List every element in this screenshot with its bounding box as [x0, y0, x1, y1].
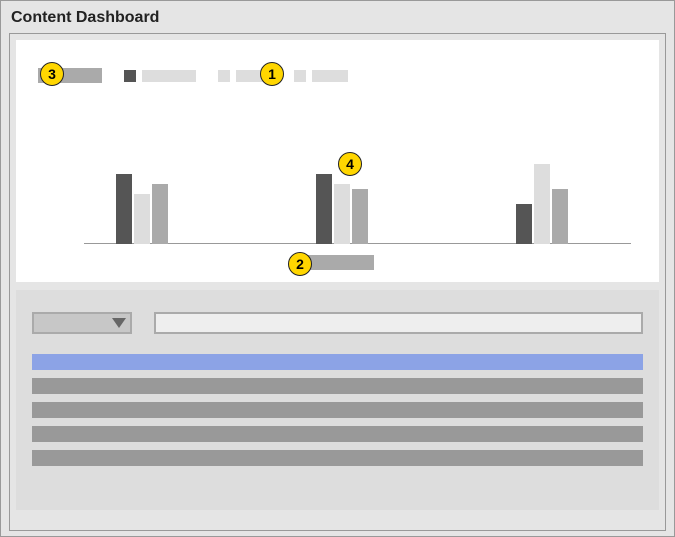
- bar-g2-s2[interactable]: [334, 184, 350, 244]
- bar-g1-s1[interactable]: [116, 174, 132, 244]
- bar-g3-s3[interactable]: [552, 189, 568, 244]
- list-item[interactable]: [32, 378, 643, 394]
- x-axis-label: [302, 255, 374, 270]
- list-item[interactable]: [32, 354, 643, 370]
- annotation-3: 3: [40, 62, 64, 86]
- legend-swatch-3: [218, 70, 230, 82]
- chart-card: 1 2 3 4: [16, 40, 659, 282]
- bar-g3-s2[interactable]: [534, 164, 550, 244]
- list-item[interactable]: [32, 450, 643, 466]
- legend-item-4[interactable]: [294, 70, 348, 82]
- legend-label-2: [142, 70, 196, 82]
- app-frame: Content Dashboard: [0, 0, 675, 537]
- bar-g1-s3[interactable]: [152, 184, 168, 244]
- list-item[interactable]: [32, 402, 643, 418]
- search-input[interactable]: [154, 312, 643, 334]
- legend-swatch-4: [294, 70, 306, 82]
- bar-g2-s1[interactable]: [316, 174, 332, 244]
- bar-group-2: [316, 174, 368, 244]
- bar-g3-s1[interactable]: [516, 204, 532, 244]
- bar-group-3: [516, 164, 568, 244]
- annotation-2: 2: [288, 252, 312, 276]
- bar-g1-s2[interactable]: [134, 194, 150, 244]
- annotation-4: 4: [338, 152, 362, 176]
- bar-group-1: [116, 174, 168, 244]
- chevron-down-icon: [112, 318, 126, 328]
- filter-card: [16, 290, 659, 510]
- annotation-1: 1: [260, 62, 284, 86]
- filter-row: [32, 312, 643, 334]
- chart-legend: [38, 68, 364, 83]
- legend-swatch-2: [124, 70, 136, 82]
- legend-item-2[interactable]: [124, 70, 196, 82]
- list-item[interactable]: [32, 426, 643, 442]
- legend-label-1: [60, 68, 102, 83]
- page-title: Content Dashboard: [1, 1, 674, 33]
- filter-dropdown[interactable]: [32, 312, 132, 334]
- content-area: 1 2 3 4: [9, 33, 666, 531]
- bar-g2-s3[interactable]: [352, 189, 368, 244]
- legend-label-4: [312, 70, 348, 82]
- results-list: [32, 354, 643, 466]
